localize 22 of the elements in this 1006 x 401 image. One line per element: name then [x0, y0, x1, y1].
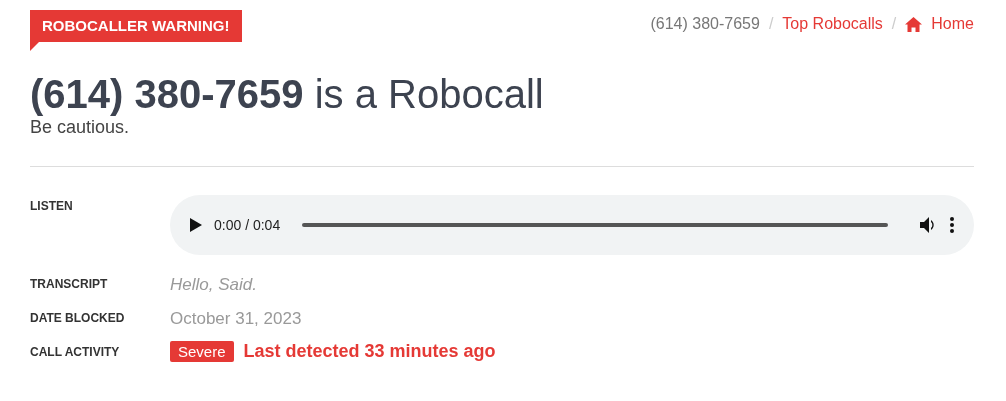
severity-tag: Severe — [170, 341, 234, 362]
breadcrumb-link[interactable]: Home — [931, 15, 974, 33]
progress-track[interactable] — [302, 223, 888, 227]
detail-label: DATE BLOCKED — [30, 310, 126, 325]
badge-tail — [30, 42, 39, 51]
more-icon[interactable] — [950, 217, 954, 233]
breadcrumb-link[interactable]: Top Robocalls — [782, 15, 883, 33]
last-detected-text: Last detected 33 minutes ago — [243, 341, 496, 362]
warning-badge: ROBOCALLER WARNING! — [30, 10, 242, 42]
subtitle: Be cautious. — [30, 117, 131, 138]
detail-label: LISTEN — [30, 198, 74, 213]
breadcrumb-separator: / — [768, 15, 774, 33]
play-icon[interactable] — [190, 218, 202, 232]
detail-label: TRANSCRIPT — [30, 276, 109, 291]
home-icon — [905, 16, 923, 32]
audio-time: 0:00 / 0:04 — [214, 217, 281, 233]
detail-label: CALL ACTIVITY — [30, 344, 121, 359]
phone-number-text: (614) 380-7659 — [650, 15, 760, 33]
breadcrumb-separator: / — [891, 15, 897, 33]
page-heading: (614) 380-7659 is a Robocall — [30, 71, 545, 117]
date-text: October 31, 2023 — [170, 308, 303, 329]
transcript-text: Hello, Said. — [170, 274, 258, 295]
